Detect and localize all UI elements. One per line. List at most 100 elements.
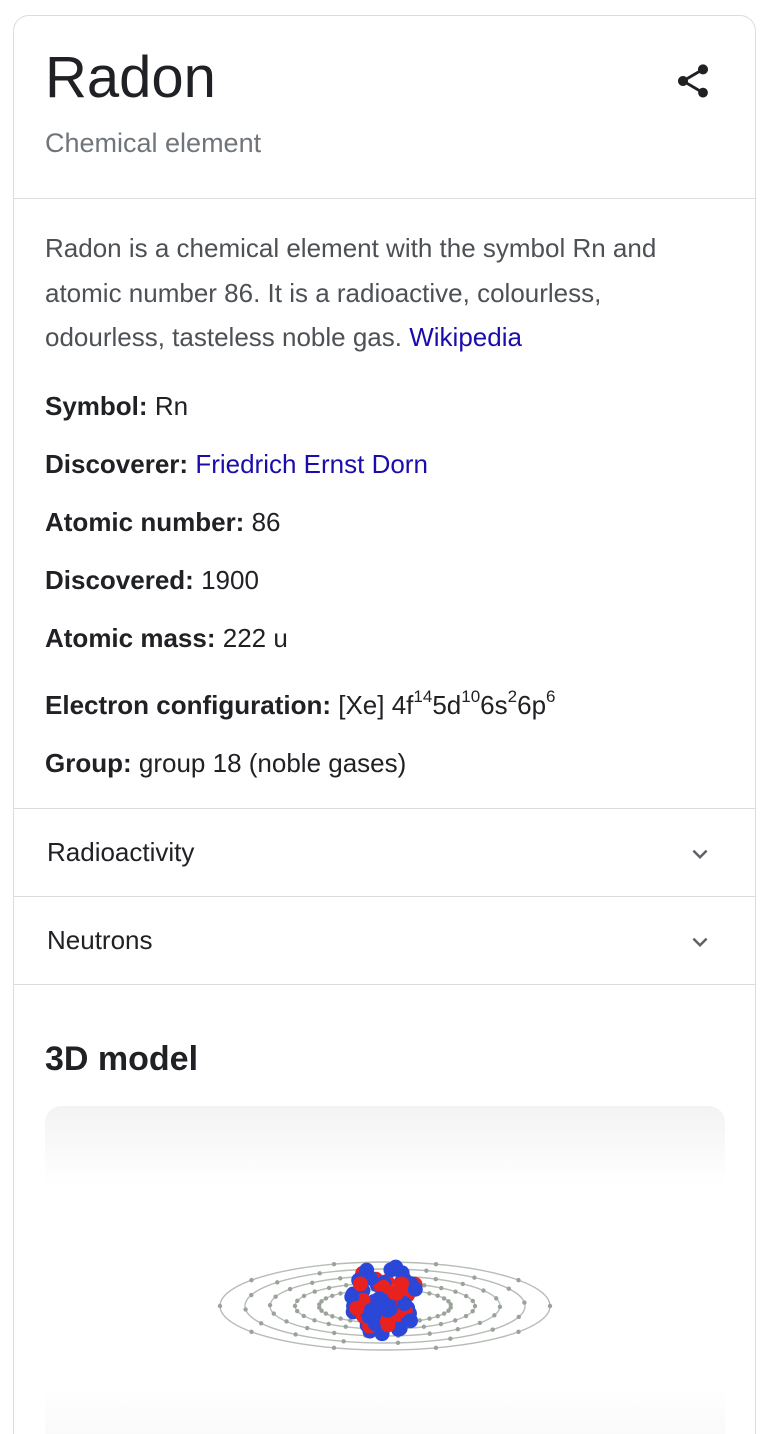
electron <box>301 1313 307 1319</box>
electron <box>522 1300 527 1305</box>
electron <box>433 1276 438 1282</box>
electron <box>490 1327 495 1332</box>
config-term: 5d10 <box>432 687 481 720</box>
electron <box>343 1324 348 1329</box>
electron <box>343 1283 349 1288</box>
electron <box>323 1296 329 1301</box>
electron <box>338 1316 343 1321</box>
electron <box>492 1313 497 1318</box>
electron <box>453 1318 458 1323</box>
electron <box>463 1313 469 1319</box>
electron <box>293 1332 298 1337</box>
3d-model-viewer[interactable] <box>45 1106 725 1434</box>
accordion-radioactivity[interactable]: Radioactivity <box>14 808 755 896</box>
knowledge-panel: Radon Chemical element Radon is a chemic… <box>13 15 756 1434</box>
fact-label: Electron configuration: <box>45 690 331 720</box>
electron <box>439 1285 444 1291</box>
electron <box>433 1261 439 1267</box>
fact-value: 86 <box>251 507 281 537</box>
fact-discoverer: Discoverer: Friedrich Ernst Dorn <box>45 447 735 505</box>
electron <box>267 1302 273 1308</box>
electron <box>271 1311 276 1316</box>
fact-discovered: Discovered: 1900 <box>45 563 735 621</box>
electron <box>435 1314 440 1319</box>
electron <box>326 1321 331 1327</box>
fact-value: Rn <box>154 391 189 421</box>
electron <box>481 1288 486 1293</box>
electron <box>330 1314 335 1319</box>
electron <box>427 1291 432 1296</box>
electron <box>243 1307 248 1312</box>
accordion-label: Neutrons <box>47 925 153 955</box>
electron <box>438 1321 444 1327</box>
fact-label: Group: <box>45 748 132 778</box>
fact-electron-configuration: Electron configuration: [Xe] 4f145d106s2… <box>45 679 735 746</box>
electron <box>305 1325 310 1331</box>
nucleon <box>349 1300 365 1316</box>
share-button[interactable] <box>673 61 713 101</box>
electron <box>516 1277 521 1283</box>
electron <box>435 1293 440 1298</box>
electron <box>433 1345 439 1351</box>
electron <box>331 1345 337 1351</box>
electron <box>312 1289 317 1294</box>
electron <box>477 1320 483 1326</box>
fact-label: Discovered: <box>45 565 194 595</box>
electron <box>275 1280 280 1285</box>
electron <box>497 1304 503 1310</box>
electron <box>332 1330 337 1336</box>
electron <box>494 1296 499 1301</box>
config-term: 6s2 <box>480 687 518 720</box>
electron <box>319 1299 324 1304</box>
fact-label: Atomic number: <box>45 507 245 537</box>
nucleon <box>379 1302 395 1318</box>
electron <box>441 1296 447 1301</box>
fact-group: Group: group 18 (noble gases) <box>45 746 735 804</box>
electron <box>460 1281 465 1287</box>
electron <box>287 1286 293 1292</box>
fact-label: Atomic mass: <box>45 623 216 653</box>
electron <box>273 1294 278 1299</box>
discoverer-link[interactable]: Friedrich Ernst Dorn <box>195 449 428 479</box>
electron <box>323 1311 329 1316</box>
nucleon <box>352 1276 368 1292</box>
electron <box>422 1283 427 1288</box>
chevron-down-icon <box>692 849 708 859</box>
electron <box>284 1319 289 1324</box>
electron <box>217 1303 223 1309</box>
electron <box>506 1286 512 1291</box>
fact-value: [Xe] 4f145d106s26p6 <box>338 687 556 720</box>
accordion-neutrons[interactable]: Neutrons <box>14 896 755 984</box>
electron <box>472 1275 477 1280</box>
electron <box>258 1321 264 1326</box>
electron <box>470 1298 475 1304</box>
electron <box>331 1261 337 1267</box>
share-icon <box>678 64 708 98</box>
electron <box>453 1289 458 1294</box>
fact-value: group 18 (noble gases) <box>138 748 407 778</box>
electron <box>295 1298 300 1304</box>
electron <box>424 1268 429 1273</box>
electron <box>312 1318 317 1323</box>
electron <box>249 1292 254 1298</box>
page-title: Radon <box>45 45 216 110</box>
fact-symbol: Symbol: Rn <box>45 389 735 447</box>
description-text: Radon is a chemical element with the sym… <box>45 233 657 352</box>
config-prefix: [Xe] <box>338 690 392 720</box>
nucleon <box>366 1307 382 1323</box>
fact-value: 1900 <box>201 565 259 595</box>
electron <box>463 1293 469 1299</box>
electron <box>295 1308 300 1314</box>
electron <box>338 1291 343 1296</box>
electron <box>292 1303 298 1309</box>
nucleon <box>380 1317 396 1333</box>
config-term: 6p6 <box>517 687 556 720</box>
electron <box>249 1277 254 1283</box>
chevron-down-icon <box>692 937 708 947</box>
electron <box>317 1271 322 1276</box>
model-section-title: 3D model <box>45 1040 199 1078</box>
electron <box>338 1276 343 1281</box>
wikipedia-link[interactable]: Wikipedia <box>409 322 522 352</box>
electron <box>455 1327 460 1332</box>
electron <box>448 1336 453 1341</box>
